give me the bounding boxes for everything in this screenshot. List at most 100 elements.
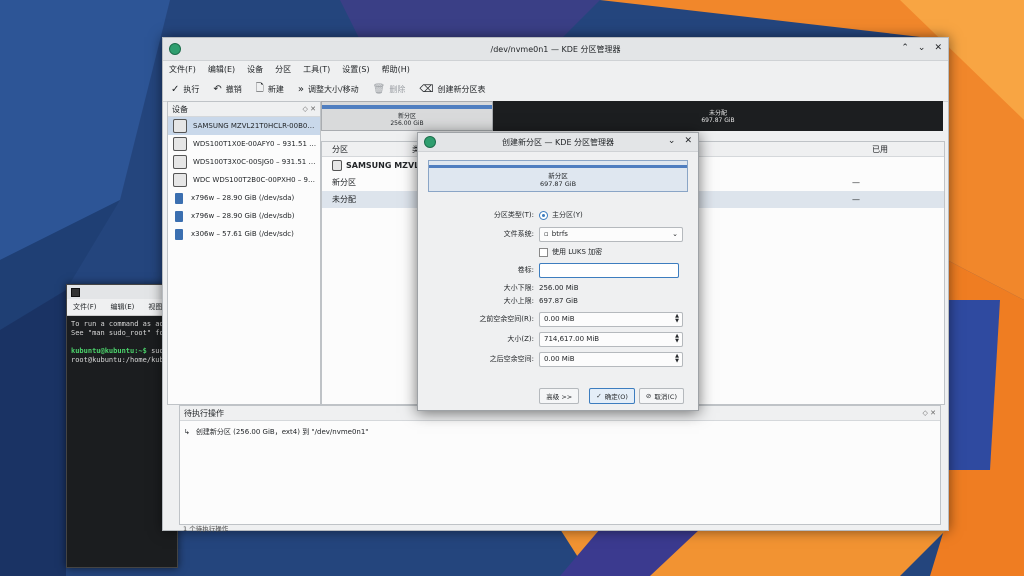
size-spinbox[interactable]: 714,617.00 MiB ▲ ▼	[539, 331, 683, 347]
min-size-label: 大小下限:	[503, 284, 534, 292]
menu-tools[interactable]: 工具(T)	[303, 64, 330, 75]
terminal-menu-edit[interactable]: 编辑(E)	[111, 302, 135, 312]
chevron-up-icon[interactable]: ⌃	[901, 43, 909, 53]
delete-icon: 🗑	[372, 83, 386, 95]
float-panel-icon[interactable]: ◇	[923, 409, 928, 417]
resize-move-button[interactable]: » 调整大小/移动	[298, 84, 359, 95]
size-label: 大小(Z):	[507, 335, 534, 343]
status-bar: 1 个待执行操作	[183, 525, 229, 533]
volume-label-input[interactable]	[539, 262, 679, 278]
ok-button[interactable]: ✓ 确定(O)	[589, 388, 635, 404]
harddisk-icon	[173, 137, 187, 151]
float-panel-icon[interactable]: ◇	[303, 105, 308, 113]
device-item-sdc[interactable]: x306w – 57.61 GiB (/dev/sdc)	[168, 225, 320, 243]
form-row-label: 卷标:	[418, 262, 698, 278]
usage-bar	[322, 105, 492, 109]
menu-help[interactable]: 帮助(H)	[382, 64, 410, 75]
device-item-sdb[interactable]: x796w – 28.90 GiB (/dev/sdb)	[168, 207, 320, 225]
harddisk-icon	[173, 119, 187, 133]
menu-device[interactable]: 设备	[247, 64, 263, 75]
luks-checkbox[interactable]: 使用 LUKS 加密	[539, 247, 602, 257]
check-icon: ✓	[171, 83, 180, 95]
new-label: 新建	[267, 84, 284, 94]
advanced-button[interactable]: 高级 >>	[539, 388, 580, 404]
close-panel-icon[interactable]: ✕	[310, 105, 316, 113]
toolbar: ✓ 执行 ↶ 撤销 🗋 新建 » 调整大小/移动 🗑 删除 ⌫ 创建新分区表	[163, 77, 948, 102]
document-new-icon: 🗋	[255, 82, 264, 94]
undo-button[interactable]: ↶ 撤销	[213, 84, 241, 95]
partition-graph-new-label: 新分区	[397, 113, 416, 120]
create-partition-dialog[interactable]: 创建新分区 — KDE 分区管理器 ⌄ ✕ 新分区 697.87 GiB 分区类…	[417, 132, 699, 411]
type-label: 分区类型(T):	[493, 211, 534, 219]
menu-edit[interactable]: 编辑(E)	[208, 64, 235, 75]
primary-radio[interactable]: 主分区(Y)	[539, 210, 583, 220]
harddisk-icon	[332, 160, 342, 171]
dialog-titlebar[interactable]: 创建新分区 — KDE 分区管理器 ⌄ ✕	[418, 133, 698, 152]
device-label: SAMSUNG MZVL21T0HCLR-00B0…	[193, 122, 315, 130]
form-row-free-before: 之前空余空间(R): 0.00 MiB ▲ ▼	[418, 311, 698, 327]
device-label: WDS100T1X0E-00AFY0 – 931.51 …	[193, 140, 317, 148]
spin-arrows-icon[interactable]: ▲ ▼	[675, 314, 679, 324]
col-partition[interactable]: 分区	[322, 144, 402, 155]
check-icon: ✓	[596, 392, 602, 400]
col-used[interactable]: 已用	[862, 144, 888, 155]
free-after-spinbox[interactable]: 0.00 MiB ▲ ▼	[539, 351, 683, 367]
undo-icon: ↶	[213, 83, 222, 95]
size-value: 714,617.00 MiB	[544, 335, 600, 343]
cancel-button[interactable]: ⊘ 取消(C)	[638, 388, 684, 404]
menubar: 文件(F) 编辑(E) 设备 分区 工具(T) 设置(S) 帮助(H)	[163, 61, 948, 77]
terminal-line-2: See "man sudo_root" for	[71, 329, 168, 337]
filesystem-value: btrfs	[551, 230, 568, 238]
apply-label: 执行	[183, 84, 200, 94]
terminal-menu-file[interactable]: 文件(F)	[73, 302, 97, 312]
pending-operation-text: 创建新分区 (256.00 GiB，ext4) 到 "/dev/nvme0n1"	[195, 428, 369, 436]
delete-label: 删除	[389, 84, 406, 94]
spin-arrows-icon[interactable]: ▲ ▼	[675, 354, 679, 364]
device-item-sda[interactable]: x796w – 28.90 GiB (/dev/sda)	[168, 189, 320, 207]
main-titlebar[interactable]: /dev/nvme0n1 — KDE 分区管理器 ⌃ ⌄ ✕	[163, 38, 948, 61]
partition-graph-unalloc-label: 未分配	[708, 110, 727, 117]
free-before-spinbox[interactable]: 0.00 MiB ▲ ▼	[539, 311, 683, 327]
max-size-label: 大小上限:	[503, 297, 534, 305]
chevron-down-icon[interactable]: ⌄	[918, 43, 926, 53]
partition-used: —	[852, 195, 860, 204]
new-partition-table-button[interactable]: ⌫ 创建新分区表	[419, 84, 485, 95]
terminal-titlebar[interactable]	[67, 285, 177, 299]
device-item-wds1[interactable]: WDS100T1X0E-00AFY0 – 931.51 …	[168, 135, 320, 153]
dialog-title: 创建新分区 — KDE 分区管理器	[501, 137, 615, 147]
menu-file[interactable]: 文件(F)	[169, 64, 196, 75]
partition-used: —	[852, 178, 860, 187]
pending-operation-item[interactable]: ↳ 创建新分区 (256.00 GiB，ext4) 到 "/dev/nvme0n…	[180, 421, 940, 443]
filesystem-label: 文件系统:	[503, 230, 534, 238]
devices-panel-title: 设备	[172, 104, 188, 114]
primary-radio-label: 主分区(Y)	[552, 211, 583, 219]
spin-arrows-icon[interactable]: ▲ ▼	[675, 334, 679, 344]
terminal-prompt-root: root@kubuntu:/home/kubun	[71, 356, 173, 364]
device-item-nvme[interactable]: SAMSUNG MZVL21T0HCLR-00B0…	[168, 117, 320, 135]
partition-graph-unallocated[interactable]: 未分配 697.87 GiB	[493, 101, 943, 131]
filesystem-select[interactable]: ▫ btrfs ⌄	[539, 226, 683, 242]
device-label: x796w – 28.90 GiB (/dev/sda)	[191, 194, 295, 202]
cancel-label: 取消(C)	[654, 393, 677, 401]
menu-partition[interactable]: 分区	[275, 64, 291, 75]
close-icon[interactable]: ✕	[684, 136, 692, 146]
apply-button[interactable]: ✓ 执行	[171, 84, 199, 95]
form-row-filesystem: 文件系统: ▫ btrfs ⌄	[418, 226, 698, 242]
usb-drive-icon	[175, 228, 183, 240]
new-table-label: 创建新分区表	[437, 84, 486, 94]
close-icon[interactable]: ✕	[934, 43, 942, 53]
new-partition-button[interactable]: 🗋 新建	[256, 81, 284, 98]
harddisk-icon	[173, 173, 187, 187]
undo-label: 撤销	[225, 84, 242, 94]
delete-button[interactable]: 🗑 删除	[373, 84, 406, 95]
partition-graph-new[interactable]: 新分区 256.00 GiB	[321, 101, 493, 131]
device-item-wds2[interactable]: WDS100T3X0C-00SJG0 – 931.51 …	[168, 153, 320, 171]
chevron-down-icon[interactable]: ⌄	[668, 136, 676, 146]
chevron-down-icon: ⌄	[672, 230, 678, 238]
device-item-wdc[interactable]: WDC WDS100T2B0C-00PXH0 – 9…	[168, 171, 320, 189]
menu-settings[interactable]: 设置(S)	[342, 64, 369, 75]
advanced-label: 高级 >>	[546, 393, 573, 401]
close-panel-icon[interactable]: ✕	[930, 409, 936, 417]
harddisk-icon	[173, 155, 187, 169]
usb-drive-icon	[175, 192, 183, 204]
